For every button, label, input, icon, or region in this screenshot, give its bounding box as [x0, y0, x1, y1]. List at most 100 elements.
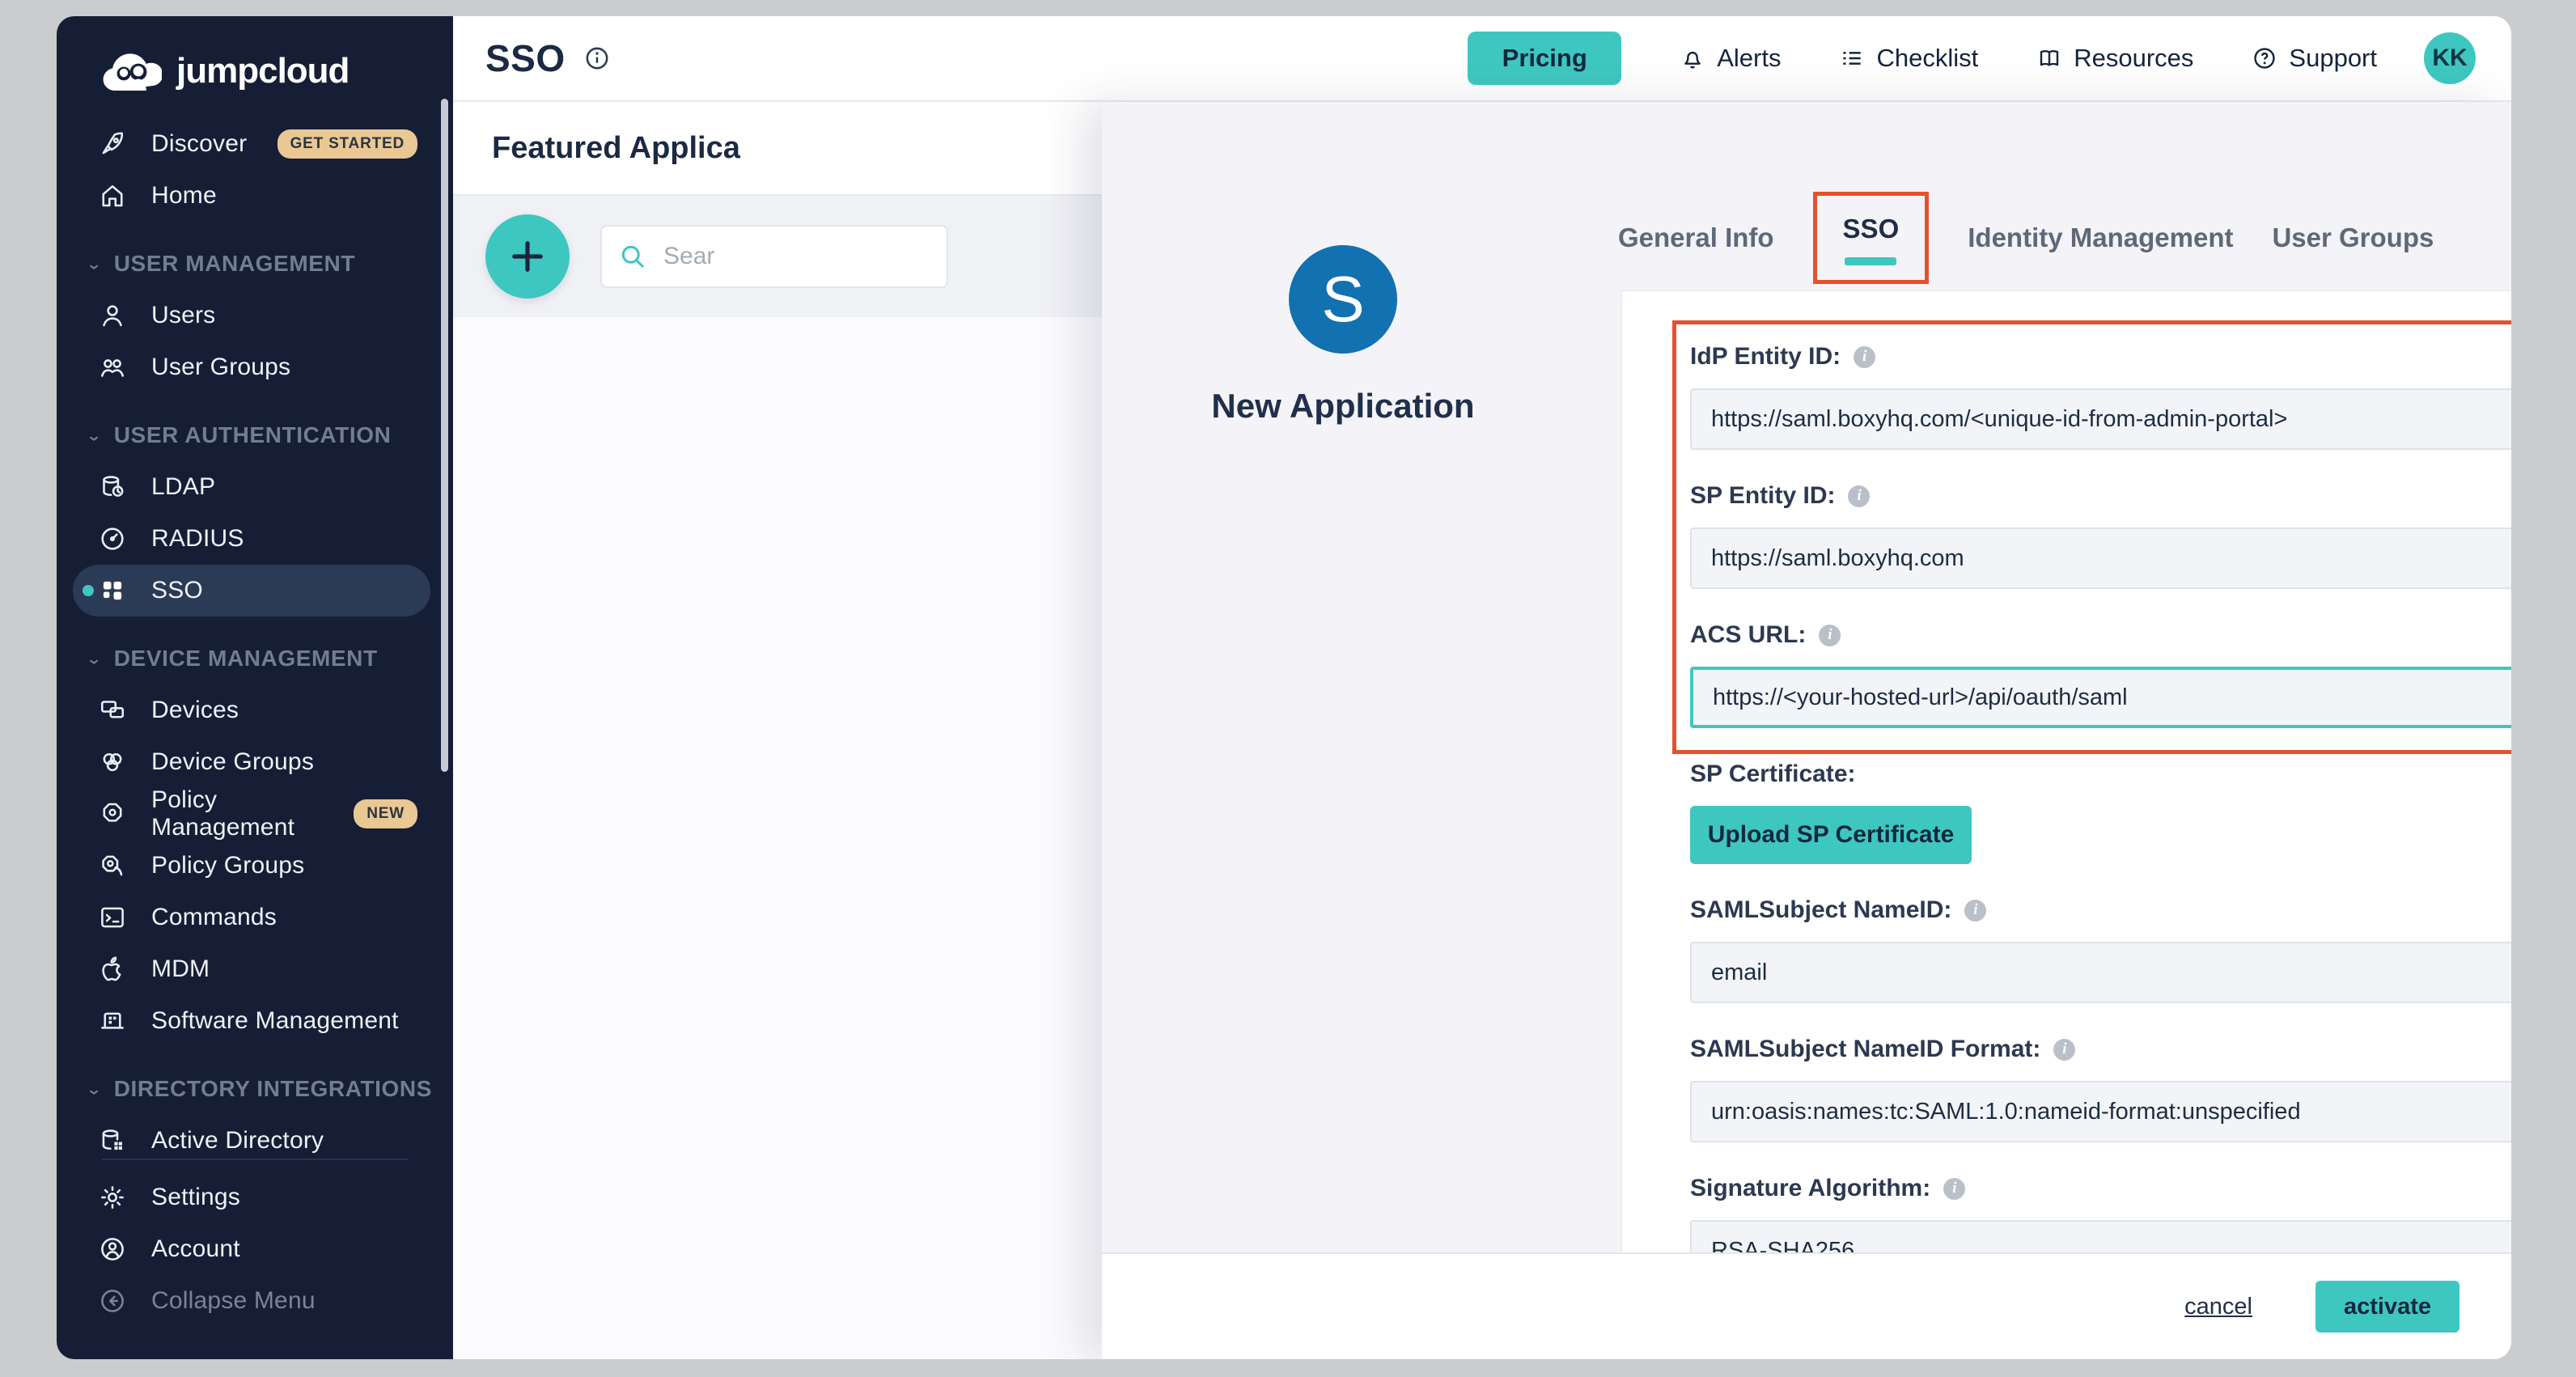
sidebar-item-radius[interactable]: RADIUS — [73, 513, 430, 565]
sp-entity-id-input[interactable] — [1690, 527, 2511, 589]
chevron-down-icon: ⌄ — [86, 1079, 103, 1098]
sidebar-scrollbar[interactable] — [441, 99, 448, 772]
upload-sp-certificate-button[interactable]: Upload SP Certificate — [1690, 806, 1972, 864]
tab-identity-management[interactable]: Identity Management — [1968, 222, 2233, 253]
acs-url-label: ACS URL: — [1690, 621, 1806, 649]
sidebar-section-user-management[interactable]: ⌄ USER MANAGEMENT — [57, 238, 453, 290]
new-application-modal: S New Application General Info SSO Ident… — [1102, 102, 2511, 1359]
saml-subject-nameid-select[interactable]: email — [1690, 942, 2511, 1003]
sidebar-item-label: Devices — [151, 697, 239, 724]
featured-applications-title: Featured Applica — [492, 131, 740, 166]
saml-subject-nameid-format-select[interactable]: urn:oasis:names:tc:SAML:1.0:nameid-forma… — [1690, 1081, 2511, 1142]
sidebar-item-label: Software Management — [151, 1007, 399, 1035]
chevron-down-icon: ⌄ — [86, 254, 103, 273]
sso-tab-annotation-box: SSO — [1813, 192, 1930, 284]
software-icon — [97, 1006, 128, 1036]
sidebar-section-label: DEVICE MANAGEMENT — [114, 646, 378, 672]
saml-subject-nameid-format-label: SAMLSubject NameID Format: — [1690, 1036, 2040, 1063]
sp-entity-id-group: SP Entity ID: i — [1690, 482, 2511, 589]
sidebar-item-users[interactable]: Users — [73, 290, 430, 341]
info-icon[interactable]: i — [1854, 346, 1875, 368]
idp-entity-id-group: IdP Entity ID: i — [1690, 343, 2511, 450]
sidebar-item-devices[interactable]: Devices — [73, 684, 430, 736]
sidebar-item-label: User Groups — [151, 354, 290, 381]
sidebar-item-label: Users — [151, 302, 215, 329]
info-icon[interactable]: i — [1943, 1178, 1965, 1200]
sidebar-item-device-groups[interactable]: Device Groups — [73, 736, 430, 788]
sidebar-item-collapse-menu[interactable]: Collapse Menu — [73, 1275, 430, 1327]
sidebar: jumpcloud DiscoverGET STARTEDHome ⌄ USER M… — [57, 16, 453, 1359]
sidebar-section-device-management[interactable]: ⌄DEVICE MANAGEMENT — [57, 633, 453, 684]
tab-sso[interactable]: SSO — [1843, 214, 1900, 244]
info-icon[interactable]: i — [1819, 625, 1841, 646]
mdm-icon — [97, 954, 128, 985]
bell-icon — [1680, 45, 1705, 71]
sidebar-item-commands[interactable]: Commands — [73, 892, 430, 943]
sidebar-item-mdm[interactable]: MDM — [73, 943, 430, 995]
sidebar-section-label: USER AUTHENTICATION — [114, 422, 392, 448]
active-item-dot — [83, 585, 94, 596]
account-icon — [97, 1234, 128, 1265]
sidebar-item-ldap[interactable]: LDAP — [73, 461, 430, 513]
sidebar-item-settings[interactable]: Settings — [73, 1172, 430, 1223]
sidebar-item-account[interactable]: Account — [73, 1223, 430, 1275]
sidebar-item-label: Account — [151, 1235, 240, 1263]
badge-get-started: GET STARTED — [278, 129, 417, 159]
resources-button[interactable]: Resources — [2036, 44, 2193, 73]
device-groups-icon — [97, 747, 128, 777]
sp-certificate-group: SP Certificate: Upload SP Certificate — [1690, 761, 2511, 864]
policy-groups-icon — [97, 850, 128, 881]
jumpcloud-cloud-icon — [102, 50, 162, 92]
sso-grid-icon — [97, 575, 128, 606]
sidebar-item-home[interactable]: Home — [73, 170, 430, 222]
search-icon — [618, 242, 647, 271]
add-application-button[interactable] — [485, 214, 570, 299]
sidebar-item-policy-management[interactable]: Policy ManagementNEW — [73, 788, 430, 840]
user-group-icon — [97, 352, 128, 383]
pricing-button[interactable]: Pricing — [1468, 32, 1621, 85]
sidebar-item-label: Policy Management — [151, 786, 354, 841]
main-area: SSO Pricing Alerts — [453, 16, 2511, 1359]
saml-subject-nameid-label: SAMLSubject NameID: — [1690, 896, 1951, 924]
active-directory-icon — [97, 1125, 128, 1156]
app-window: jumpcloud DiscoverGET STARTEDHome ⌄ USER M… — [57, 16, 2511, 1359]
brand-wordmark: jumpcloud — [176, 51, 349, 91]
sidebar-section-directory-integrations[interactable]: ⌄DIRECTORY INTEGRATIONS — [57, 1063, 453, 1115]
sidebar-item-discover[interactable]: DiscoverGET STARTED — [73, 118, 430, 170]
sidebar-item-policy-groups[interactable]: Policy Groups — [73, 840, 430, 892]
info-icon[interactable]: i — [2053, 1039, 2075, 1061]
sidebar-divider — [102, 1159, 408, 1160]
checklist-button[interactable]: Checklist — [1839, 44, 1978, 73]
gear-icon — [97, 1182, 128, 1213]
home-icon — [97, 180, 128, 211]
sidebar-item-sso[interactable]: SSO — [73, 565, 430, 616]
activate-button[interactable]: activate — [2315, 1281, 2459, 1333]
page-title-info-icon[interactable] — [583, 44, 611, 72]
alerts-button[interactable]: Alerts — [1680, 44, 1781, 73]
info-icon[interactable]: i — [1848, 485, 1870, 507]
idp-entity-id-input[interactable] — [1690, 388, 2511, 450]
sidebar-item-label: LDAP — [151, 473, 215, 501]
sidebar-section-user-authentication[interactable]: ⌄USER AUTHENTICATION — [57, 409, 453, 461]
brand-logo[interactable]: jumpcloud — [102, 45, 453, 97]
policy-icon — [97, 799, 128, 829]
radius-icon — [97, 523, 128, 554]
sidebar-section-label: USER MANAGEMENT — [114, 251, 355, 277]
help-icon — [2252, 45, 2277, 71]
support-button[interactable]: Support — [2252, 44, 2377, 73]
tab-general-info[interactable]: General Info — [1618, 222, 1774, 253]
application-avatar: S — [1289, 245, 1397, 354]
sidebar-item-software-management[interactable]: Software Management — [73, 995, 430, 1047]
search-input[interactable] — [662, 242, 905, 271]
user-avatar[interactable]: KK — [2424, 32, 2476, 84]
cancel-link[interactable]: cancel — [2184, 1294, 2252, 1320]
info-icon[interactable]: i — [1964, 900, 1986, 922]
tab-user-groups[interactable]: User Groups — [2272, 222, 2434, 253]
sidebar-item-label: RADIUS — [151, 525, 244, 553]
acs-url-input[interactable] — [1690, 667, 2511, 728]
sidebar-item-label: Policy Groups — [151, 852, 304, 879]
sso-config-card: IdP Entity ID: i SP Entity ID: i ACS URL… — [1621, 290, 2511, 1359]
idp-entity-id-label: IdP Entity ID: — [1690, 343, 1841, 371]
sidebar-item-user-groups[interactable]: User Groups — [73, 341, 430, 393]
user-icon — [97, 300, 128, 331]
